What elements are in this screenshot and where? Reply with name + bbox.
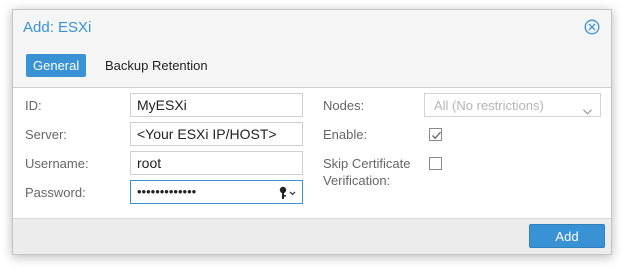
key-reveal-icon[interactable] [278, 185, 300, 199]
nodes-select-value: All (No restrictions) [434, 98, 544, 113]
skip-cert-label-line1: Skip Certificate [323, 156, 411, 171]
tab-bar: General Backup Retention [13, 46, 611, 88]
id-label: ID: [25, 98, 42, 113]
skip-cert-label-line2: Verification: [323, 173, 391, 188]
password-label: Password: [25, 185, 86, 200]
id-input[interactable] [130, 93, 303, 117]
password-value: ••••••••••••• [137, 184, 197, 199]
add-esxi-dialog: Add: ESXi General Backup Retention ID: S… [12, 9, 612, 255]
enable-checkbox[interactable] [429, 128, 442, 141]
tab-general[interactable]: General [26, 54, 87, 77]
server-input[interactable] [130, 122, 303, 146]
username-input[interactable] [130, 151, 303, 175]
add-button[interactable]: Add [529, 224, 605, 248]
close-icon[interactable] [584, 19, 600, 35]
username-label: Username: [25, 156, 89, 171]
enable-label: Enable: [323, 127, 368, 142]
dialog-footer: Add [13, 218, 611, 254]
nodes-select[interactable]: All (No restrictions) [424, 93, 601, 117]
skip-cert-checkbox[interactable] [429, 157, 442, 170]
check-icon [432, 131, 442, 140]
tab-backup-retention[interactable]: Backup Retention [98, 54, 215, 77]
dialog-titlebar: Add: ESXi [13, 10, 611, 47]
chevron-down-icon [583, 102, 592, 120]
server-label: Server: [25, 127, 67, 142]
dialog-title: Add: ESXi [23, 19, 92, 36]
password-input[interactable]: ••••••••••••• [130, 180, 303, 204]
general-form: ID: Server: Username: Password: ••••••••… [13, 88, 611, 221]
nodes-label: Nodes: [323, 98, 365, 113]
